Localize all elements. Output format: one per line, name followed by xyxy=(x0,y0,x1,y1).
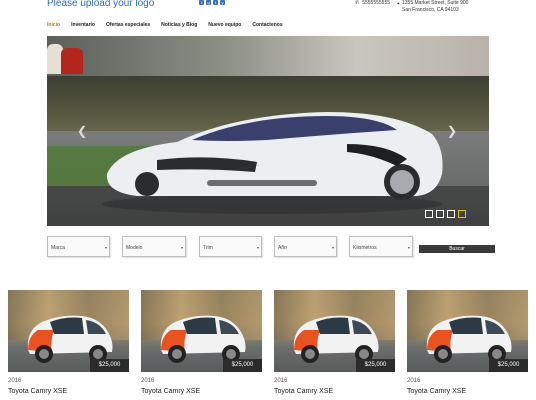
vehicle-model[interactable]: Toyota Camry XSE xyxy=(407,388,466,395)
slider-dot[interactable] xyxy=(425,210,433,218)
mileage-select[interactable]: Kilometros ▾ xyxy=(349,236,413,257)
nav-item-noticias[interactable]: Noticias y Blog xyxy=(161,22,197,28)
vehicle-year: 2016 xyxy=(8,378,22,384)
vehicle-photo[interactable]: $25,000 xyxy=(141,290,262,372)
main-nav: Inicio Inventario Ofertas especiales Not… xyxy=(47,22,283,28)
price-badge: $25,000 xyxy=(356,359,395,372)
model-select-value: Modelo xyxy=(126,245,143,251)
slider-dot-active[interactable] xyxy=(458,210,466,218)
vehicle-photo[interactable]: $25,000 xyxy=(407,290,528,372)
caret-icon: ▾ xyxy=(407,245,410,250)
site-logo[interactable]: Please upload your logo xyxy=(47,0,154,9)
vehicle-card[interactable]: $25,000 2016 Toyota Camry XSE xyxy=(8,290,129,395)
nav-item-ofertas[interactable]: Ofertas especiales xyxy=(106,22,150,28)
vehicle-card[interactable]: $25,000 2016 Toyota Camry XSE xyxy=(407,290,528,395)
caret-icon: ▾ xyxy=(180,245,183,250)
price-badge: $25,000 xyxy=(223,359,262,372)
caret-icon: ▾ xyxy=(331,245,334,250)
address-line-1: 1355 Market Street, Suite 900 xyxy=(402,0,469,6)
vehicle-model[interactable]: Toyota Camry XSE xyxy=(274,388,333,395)
phone-icon: ✆ xyxy=(355,0,360,6)
slider-dot[interactable] xyxy=(436,210,444,218)
chevron-right-icon[interactable]: ❯ xyxy=(447,124,457,138)
vehicle-model[interactable]: Toyota Camry XSE xyxy=(141,388,200,395)
nav-item-inicio[interactable]: Inicio xyxy=(47,22,60,28)
vehicle-year: 2016 xyxy=(274,378,288,384)
make-select[interactable]: Marca ▾ xyxy=(47,236,110,257)
trim-select[interactable]: Trim ▾ xyxy=(199,236,262,257)
hero-slider[interactable]: ❮ ❯ xyxy=(47,36,489,226)
vehicle-year: 2016 xyxy=(141,378,155,384)
phone-contact: ✆ 5555555555 xyxy=(355,0,390,6)
facebook-icon[interactable]: f xyxy=(199,0,204,5)
vehicle-photo[interactable]: $25,000 xyxy=(8,290,129,372)
concept-car-image xyxy=(102,112,443,214)
price-badge: $25,000 xyxy=(90,359,129,372)
caret-icon: ▾ xyxy=(104,245,107,250)
google-plus-icon[interactable]: g xyxy=(206,0,211,5)
vehicle-card[interactable]: $25,000 2016 Toyota Camry XSE xyxy=(274,290,395,395)
spectator-figure xyxy=(61,48,83,74)
chevron-left-icon[interactable]: ❮ xyxy=(77,124,87,138)
address-line-2: San Francisco, CA 94103 xyxy=(402,7,459,13)
vehicle-year: 2016 xyxy=(407,378,421,384)
vehicle-model[interactable]: Toyota Camry XSE xyxy=(8,388,67,395)
model-select[interactable]: Modelo ▾ xyxy=(122,236,186,257)
map-pin-icon: ⌖ xyxy=(397,1,400,7)
vehicle-card[interactable]: $25,000 2016 Toyota Camry XSE xyxy=(141,290,262,395)
search-button[interactable]: Buscar xyxy=(419,245,495,253)
slider-dot[interactable] xyxy=(447,210,455,218)
mileage-select-value: Kilometros xyxy=(353,245,377,251)
trim-select-value: Trim xyxy=(203,245,213,251)
year-select[interactable]: Año ▾ xyxy=(274,236,337,257)
slider-pagination xyxy=(425,210,466,218)
address-contact: ⌖ 1355 Market Street, Suite 900 San Fran… xyxy=(397,0,469,14)
phone-number[interactable]: 5555555555 xyxy=(362,0,390,6)
caret-icon: ▾ xyxy=(256,245,259,250)
nav-item-nuevo-equipo[interactable]: Nuevo equipo xyxy=(208,22,241,28)
hero-background-sky xyxy=(47,36,489,81)
nav-item-inventario[interactable]: Inventario xyxy=(71,22,95,28)
year-select-value: Año xyxy=(278,245,287,251)
social-links: f g t y xyxy=(199,0,225,5)
twitter-icon[interactable]: t xyxy=(213,0,218,5)
price-badge: $25,000 xyxy=(489,359,528,372)
vehicle-photo[interactable]: $25,000 xyxy=(274,290,395,372)
make-select-value: Marca xyxy=(51,245,65,251)
youtube-icon[interactable]: y xyxy=(220,0,225,5)
nav-item-contactenos[interactable]: Contactenos xyxy=(252,22,282,28)
